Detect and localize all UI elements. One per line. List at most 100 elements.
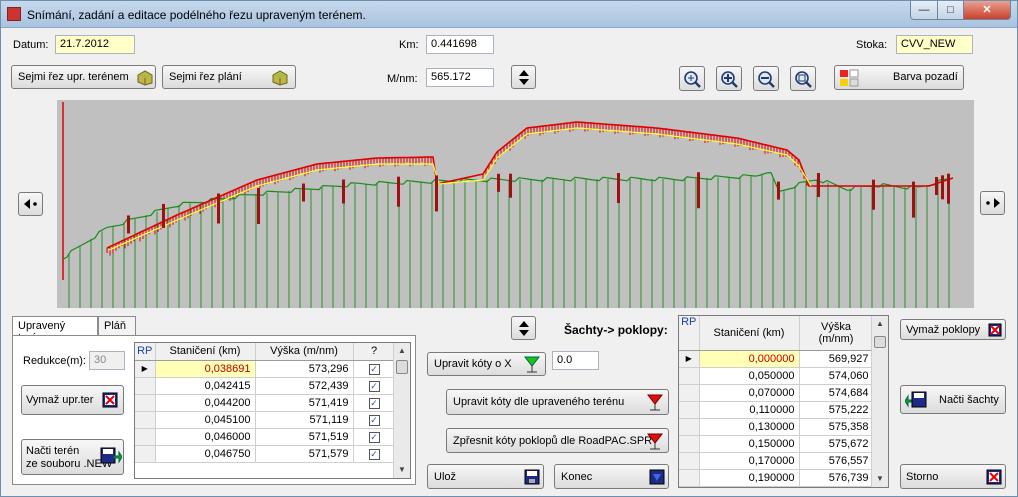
row-indicator[interactable] [679,435,700,453]
staniceni-cell[interactable]: 0,170000 [699,452,800,470]
table-row[interactable]: ▶ 0,038691 573,296 ✓ [135,360,396,378]
vyska-cell[interactable]: 572,439 [255,377,354,395]
table-row[interactable]: 0,045100 571,119 ✓ [135,411,396,429]
row-checkbox-cell[interactable]: ✓ [353,445,396,463]
row-checkbox-cell[interactable]: ✓ [353,428,396,446]
staniceni-cell[interactable]: 0,045100 [155,411,256,429]
vyska-cell[interactable]: 569,927 [799,350,874,368]
col-staniceni[interactable]: Staničení (km) [699,316,800,351]
datum-field[interactable]: 21.7.2012 [55,35,135,54]
col-staniceni[interactable]: Staničení (km) [155,343,256,361]
minimize-button[interactable]: — [910,1,938,20]
shafts-table-scrollbar[interactable]: ▲ ▼ [871,316,888,487]
row-checkbox[interactable]: ✓ [368,414,380,426]
scroll-thumb[interactable] [396,360,408,374]
col-check[interactable]: ? [353,343,396,361]
terrain-table-scrollbar[interactable]: ▲ ▼ [393,343,410,478]
staniceni-cell[interactable]: 0,050000 [699,367,800,385]
row-checkbox[interactable]: ✓ [368,431,380,443]
vyska-cell[interactable]: 575,672 [799,435,874,453]
vyska-cell[interactable]: 575,358 [799,418,874,436]
row-indicator[interactable] [679,469,700,487]
stoka-field[interactable]: CVV_NEW [896,35,973,54]
offset-x-field[interactable]: 0.0 [552,351,599,370]
table-row[interactable]: 0,046750 571,579 ✓ [135,445,396,463]
table-row[interactable]: 0,150000 575,672 [679,435,874,453]
tab-upraveny-teren[interactable]: Upravený terén [12,316,98,344]
vyska-cell[interactable]: 571,579 [255,445,354,463]
scroll-up-icon[interactable]: ▲ [394,343,410,359]
row-indicator[interactable] [135,411,156,429]
scroll-left-button[interactable] [18,192,43,216]
staniceni-cell[interactable]: 0,190000 [699,469,800,487]
upravit-koty-teren-button[interactable]: Upravit kóty dle upraveného terénu [446,389,669,415]
close-button[interactable]: ✕ [963,1,1011,20]
row-indicator[interactable] [679,367,700,385]
scroll-right-button[interactable] [980,191,1005,215]
zoom-out-button[interactable] [753,66,779,91]
vymaz-poklopy-button[interactable]: Vymaž poklopy [900,319,1006,340]
staniceni-cell[interactable]: 0,042415 [155,377,256,395]
table-row[interactable]: 0,044200 571,419 ✓ [135,394,396,412]
row-indicator[interactable] [135,394,156,412]
vertical-scroll-button[interactable] [511,65,536,89]
staniceni-cell[interactable]: 0,150000 [699,435,800,453]
sejmi-rez-upr-teren-button[interactable]: Sejmi řez upr. terénem [11,65,156,89]
row-checkbox[interactable]: ✓ [368,363,380,375]
col-rp[interactable]: RP [135,343,156,361]
scroll-thumb[interactable] [874,336,886,348]
mnm-field[interactable]: 565.172 [426,68,494,87]
staniceni-cell[interactable]: 0,038691 [155,360,256,378]
nacti-teren-button[interactable]: Načti terén ze souboru .NEW [21,439,124,475]
table-row[interactable]: ▶ 0,000000 569,927 [679,350,874,368]
scroll-down-icon[interactable]: ▼ [394,462,410,478]
tab-plan[interactable]: Pláň [98,316,136,336]
table-row[interactable]: 0,050000 574,060 [679,367,874,385]
barva-pozadi-button[interactable]: Barva pozadí [834,65,964,90]
zoom-all-button[interactable] [790,66,816,91]
vyska-cell[interactable]: 573,296 [255,360,354,378]
nacti-sachty-button[interactable]: Načti šachty [900,385,1006,414]
vyska-cell[interactable]: 575,222 [799,401,874,419]
staniceni-cell[interactable]: 0,046000 [155,428,256,446]
row-checkbox-cell[interactable]: ✓ [353,411,396,429]
row-checkbox[interactable]: ✓ [368,448,380,460]
vyska-cell[interactable]: 571,519 [255,428,354,446]
km-field[interactable]: 0.441698 [426,35,494,54]
staniceni-cell[interactable]: 0,070000 [699,384,800,402]
table-row[interactable]: 0,046000 571,519 ✓ [135,428,396,446]
row-indicator[interactable]: ▶ [135,360,156,378]
staniceni-cell[interactable]: 0,130000 [699,418,800,436]
scroll-down-icon[interactable]: ▼ [872,471,888,487]
table-row[interactable]: 0,170000 576,557 [679,452,874,470]
vyska-cell[interactable]: 576,739 [799,469,874,487]
table-row[interactable]: 0,042415 572,439 ✓ [135,377,396,395]
table-row[interactable]: 0,130000 575,358 [679,418,874,436]
zoom-in-button[interactable] [716,66,742,91]
row-checkbox[interactable]: ✓ [368,397,380,409]
zoom-window-button[interactable] [679,66,705,91]
vyska-cell[interactable]: 574,684 [799,384,874,402]
row-checkbox-cell[interactable]: ✓ [353,360,396,378]
maximize-button[interactable]: □ [937,1,964,20]
vyska-cell[interactable]: 574,060 [799,367,874,385]
staniceni-cell[interactable]: 0,110000 [699,401,800,419]
sejmi-rez-plani-button[interactable]: Sejmi řez plání [162,65,296,89]
row-checkbox[interactable]: ✓ [368,380,380,392]
upravit-koty-x-button[interactable]: Upravit kóty o X [427,352,546,376]
row-indicator[interactable] [679,401,700,419]
row-indicator[interactable] [135,445,156,463]
table-row[interactable]: 0,190000 576,739 [679,469,874,487]
uloz-button[interactable]: Ulož [427,464,544,489]
row-checkbox-cell[interactable]: ✓ [353,394,396,412]
scroll-up-icon[interactable]: ▲ [872,316,888,332]
table-row[interactable]: 0,110000 575,222 [679,401,874,419]
table-row[interactable]: 0,070000 574,684 [679,384,874,402]
row-indicator[interactable] [679,452,700,470]
staniceni-cell[interactable]: 0,046750 [155,445,256,463]
vymaz-upr-ter-button[interactable]: Vymaž upr.ter [21,385,124,415]
vyska-cell[interactable]: 571,419 [255,394,354,412]
zpresnit-koty-button[interactable]: Zpřesnit kóty poklopů dle RoadPAC.SPR [446,428,669,453]
row-indicator[interactable] [679,384,700,402]
storno-button[interactable]: Storno [900,464,1006,489]
